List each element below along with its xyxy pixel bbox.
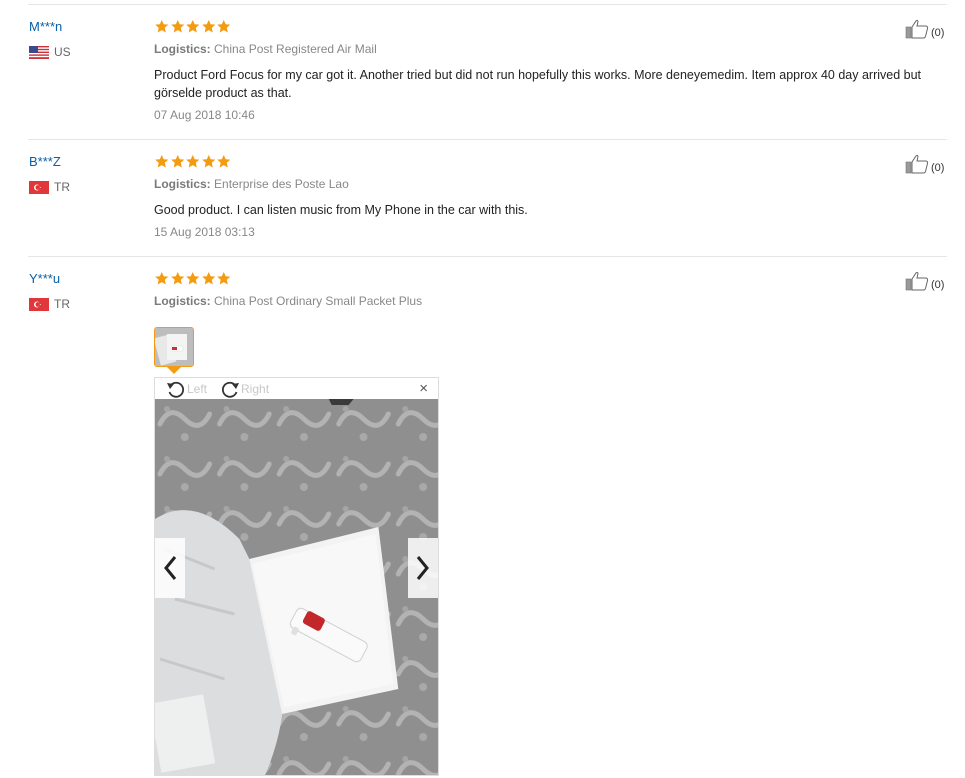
review-date: 15 Aug 2018 03:13 — [154, 225, 255, 239]
star-icon — [155, 154, 169, 168]
star-icon — [201, 154, 215, 168]
photo-viewer-toolbar: Left Right × — [155, 378, 438, 399]
photo-viewer: Left Right × — [154, 377, 439, 776]
review-text: Good product. I can listen music from My… — [154, 203, 528, 217]
rotate-left-icon — [167, 381, 185, 398]
star-rating — [154, 19, 232, 34]
star-icon — [170, 19, 184, 33]
tr-flag-icon — [29, 180, 49, 194]
close-viewer-button[interactable]: × — [419, 380, 428, 397]
logistics-value: China Post Registered Air Mail — [214, 42, 377, 56]
us-flag-icon — [29, 45, 49, 59]
helpful-count: (0) — [931, 279, 945, 291]
star-icon — [217, 19, 231, 33]
logistics-label: Logistics: — [154, 42, 211, 56]
logistics-label: Logistics: — [154, 294, 211, 308]
star-icon — [217, 271, 231, 285]
star-icon — [155, 19, 169, 33]
country-code: TR — [54, 297, 70, 311]
chevron-right-icon — [416, 556, 429, 580]
thumbs-up-icon — [905, 19, 929, 39]
reviewer-country: US — [29, 45, 71, 59]
review-photo — [155, 399, 438, 775]
rotate-left-button[interactable]: Left — [165, 379, 207, 399]
next-photo-button[interactable] — [408, 538, 438, 598]
helpful-button[interactable]: (0) — [905, 154, 944, 174]
country-code: US — [54, 45, 71, 59]
review-divider — [28, 139, 947, 140]
logistics-info: Logistics: China Post Ordinary Small Pac… — [154, 294, 422, 308]
tr-flag-icon — [29, 297, 49, 311]
rotate-right-label: Right — [241, 381, 270, 396]
rotate-left-label: Left — [187, 381, 208, 396]
star-icon — [155, 271, 169, 285]
rotate-right-icon — [221, 381, 240, 398]
review-date: 07 Aug 2018 10:46 — [154, 108, 255, 122]
star-icon — [186, 19, 200, 33]
star-icon — [201, 19, 215, 33]
helpful-count: (0) — [931, 162, 945, 174]
star-icon — [186, 154, 200, 168]
logistics-info: Logistics: China Post Registered Air Mai… — [154, 42, 377, 56]
thumbnail-pointer — [167, 367, 181, 374]
logistics-label: Logistics: — [154, 177, 211, 191]
review-text: Product Ford Focus for my car got it. An… — [154, 68, 922, 100]
helpful-count: (0) — [931, 27, 945, 39]
star-icon — [186, 271, 200, 285]
thumbs-up-icon — [905, 271, 929, 291]
helpful-button[interactable]: (0) — [905, 19, 944, 39]
review-divider — [28, 4, 947, 5]
logistics-value: Enterprise des Poste Lao — [214, 177, 349, 191]
review-divider — [28, 256, 947, 257]
thumbs-up-icon — [905, 154, 929, 174]
helpful-button[interactable]: (0) — [905, 271, 944, 291]
country-code: TR — [54, 180, 70, 194]
reviewer-name[interactable]: B***Z — [29, 154, 61, 169]
star-rating — [154, 154, 232, 169]
rotate-right-button[interactable]: Right — [219, 379, 269, 399]
star-icon — [170, 271, 184, 285]
review-photo-thumbnail[interactable] — [154, 327, 194, 367]
logistics-value: China Post Ordinary Small Packet Plus — [214, 294, 423, 308]
star-rating — [154, 271, 232, 286]
reviewer-name[interactable]: M***n — [29, 19, 62, 34]
photo-thumbnail-image — [155, 328, 193, 366]
chevron-left-icon — [164, 556, 177, 580]
reviewer-country: TR — [29, 297, 70, 311]
logistics-info: Logistics: Enterprise des Poste Lao — [154, 177, 349, 191]
star-icon — [201, 271, 215, 285]
reviewer-name[interactable]: Y***u — [29, 271, 60, 286]
previous-photo-button[interactable] — [155, 538, 185, 598]
star-icon — [170, 154, 184, 168]
star-icon — [217, 154, 231, 168]
reviewer-country: TR — [29, 180, 70, 194]
